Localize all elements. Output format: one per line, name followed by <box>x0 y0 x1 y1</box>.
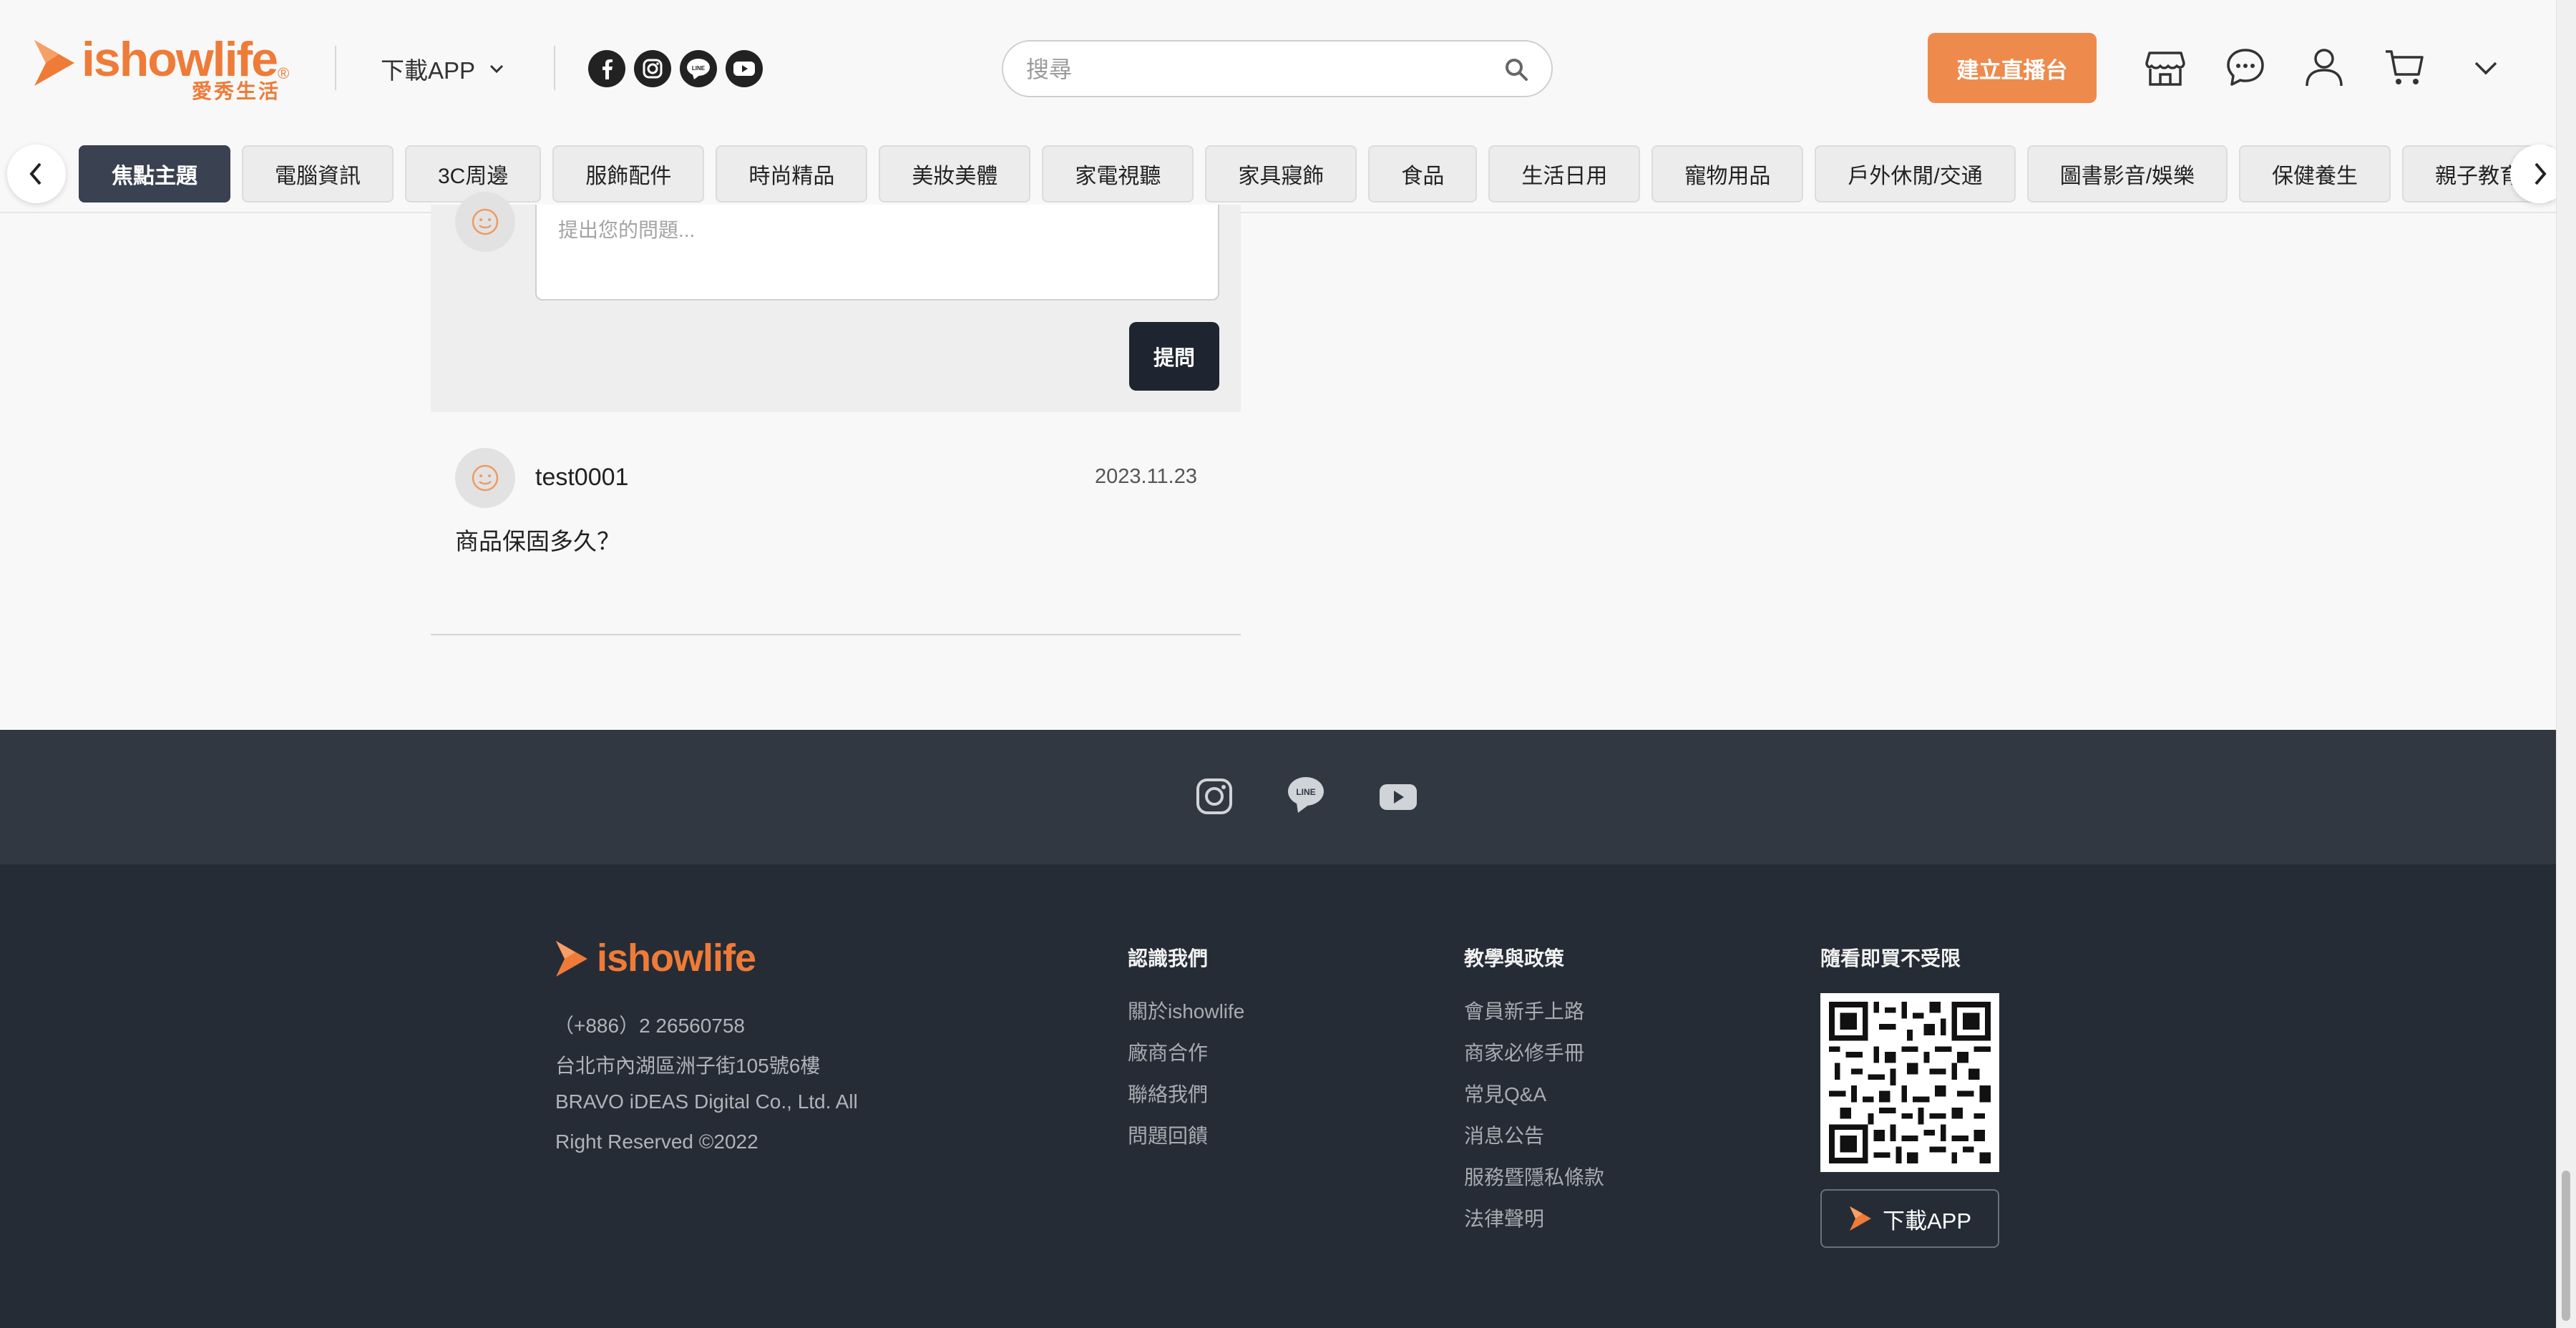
store-icon[interactable] <box>2144 46 2187 89</box>
category-tab[interactable]: 家具寢飾 <box>1205 145 1357 202</box>
qr-code-icon <box>1829 1002 1991 1163</box>
footer-link[interactable]: 聯絡我們 <box>1128 1079 1208 1108</box>
category-tab[interactable]: 圖書影音/娛樂 <box>2026 145 2228 202</box>
download-app-label: 下載APP <box>381 57 476 84</box>
category-tabs: 焦點主題 電腦資訊 3C周邊 服飾配件 時尚精品 美妝美體 家電視聽 家具寢飾 … <box>79 145 2555 202</box>
chevron-right-icon <box>2534 162 2547 185</box>
svg-text:LINE: LINE <box>1296 787 1315 797</box>
header-divider <box>335 46 336 90</box>
create-live-button[interactable]: 建立直播台 <box>1928 33 2097 103</box>
footer-phone: （+886）2 26560758 <box>554 1015 745 1037</box>
category-tab[interactable]: 食品 <box>1368 145 1478 202</box>
category-tab[interactable]: 寵物用品 <box>1652 145 1804 202</box>
category-tab[interactable]: 保健養生 <box>2239 145 2391 202</box>
category-tab[interactable]: 電腦資訊 <box>242 145 394 202</box>
instagram-icon[interactable] <box>1195 777 1234 816</box>
category-tab[interactable]: 生活日用 <box>1488 145 1641 202</box>
footer-about-title: 認識我們 <box>1128 947 1209 970</box>
scrollbar-thumb[interactable] <box>2562 1171 2570 1321</box>
chevron-down-icon[interactable] <box>2472 57 2500 79</box>
comment-date: 2023.11.23 <box>1095 465 1197 488</box>
download-app-label: 下載APP <box>1882 1208 1972 1234</box>
footer-link[interactable]: 問題回饋 <box>1128 1120 1208 1149</box>
footer-policy-title: 教學與政策 <box>1464 947 1565 970</box>
footer-link[interactable]: 廠商合作 <box>1128 1038 1208 1066</box>
chevron-down-icon <box>489 64 504 74</box>
footer-link[interactable]: 關於ishowlife <box>1128 996 1244 1025</box>
footer-link[interactable]: 法律聲明 <box>1464 1204 1544 1232</box>
brand-logo[interactable]: ishowlife 愛秀生活 ® <box>31 31 296 110</box>
submit-question-button[interactable]: 提問 <box>1129 322 1219 391</box>
category-tab[interactable]: 服飾配件 <box>552 145 705 202</box>
cart-icon[interactable] <box>2383 46 2426 89</box>
chat-icon[interactable] <box>2224 46 2267 89</box>
download-app-button[interactable]: 下載APP <box>1820 1189 1999 1248</box>
line-icon[interactable]: LINE <box>1287 774 1325 816</box>
category-tab[interactable]: 時尚精品 <box>716 145 868 202</box>
footer-link[interactable]: 服務暨隱私條款 <box>1464 1162 1604 1191</box>
scrollbar-track[interactable] <box>2556 0 2576 1328</box>
footer-link[interactable]: 會員新手上路 <box>1464 996 1584 1025</box>
footer-copyright-line2: Right Reserved ©2022 <box>555 1131 758 1153</box>
avatar <box>455 192 515 252</box>
registered-mark: ® <box>278 64 290 82</box>
footer-logo-text: ishowlife <box>597 937 756 980</box>
category-prev-button[interactable] <box>7 145 66 203</box>
line-icon[interactable]: LINE <box>680 50 717 87</box>
question-textarea[interactable] <box>558 215 1195 286</box>
smiley-avatar-icon <box>472 464 499 492</box>
svg-text:LINE: LINE <box>692 65 706 72</box>
play-logo-icon <box>556 941 587 977</box>
footer-link[interactable]: 商家必修手冊 <box>1464 1038 1584 1066</box>
footer-address: 台北市內湖區洲子街105號6樓 <box>555 1055 821 1077</box>
logo-subtitle: 愛秀生活 <box>192 80 281 102</box>
top-header: ishowlife 愛秀生活 ® 下載APP LINE 建立直播台 <box>0 0 2569 213</box>
footer-link[interactable]: 常見Q&A <box>1464 1079 1546 1108</box>
footer-app-title: 隨看即買不受限 <box>1820 947 1961 970</box>
category-tab[interactable]: 家電視聽 <box>1042 145 1194 202</box>
question-textarea-box <box>535 205 1219 301</box>
category-tab[interactable]: 戶外休閒/交通 <box>1815 145 2016 202</box>
footer-copyright-line1: BRAVO iDEAS Digital Co., Ltd. All <box>555 1090 858 1113</box>
youtube-icon[interactable] <box>726 50 763 87</box>
facebook-icon[interactable] <box>588 50 625 87</box>
footer-link[interactable]: 消息公告 <box>1464 1120 1544 1149</box>
category-tab[interactable]: 焦點主題 <box>79 145 230 202</box>
user-icon[interactable] <box>2303 46 2346 89</box>
search-bar <box>1002 40 1553 97</box>
qr-code <box>1820 993 1999 1172</box>
instagram-icon[interactable] <box>634 50 671 87</box>
avatar <box>455 448 515 508</box>
header-divider <box>554 46 555 90</box>
play-logo-icon <box>1849 1206 1871 1231</box>
chevron-left-icon <box>29 162 42 185</box>
comment-username: test0001 <box>535 464 629 491</box>
comment-body: 商品保固多久？ <box>455 528 620 555</box>
search-input[interactable] <box>1026 52 1484 87</box>
question-panel: 提問 <box>431 192 1241 412</box>
youtube-icon[interactable] <box>1378 783 1418 811</box>
download-app-dropdown[interactable]: 下載APP <box>381 52 505 86</box>
footer-main <box>0 864 2556 1328</box>
search-icon[interactable] <box>1503 56 1531 84</box>
smiley-avatar-icon <box>472 208 499 235</box>
footer-social-bar: LINE <box>0 730 2556 864</box>
divider <box>431 634 1241 635</box>
play-logo-icon <box>34 40 74 86</box>
category-tab[interactable]: 美妝美體 <box>879 145 1031 202</box>
